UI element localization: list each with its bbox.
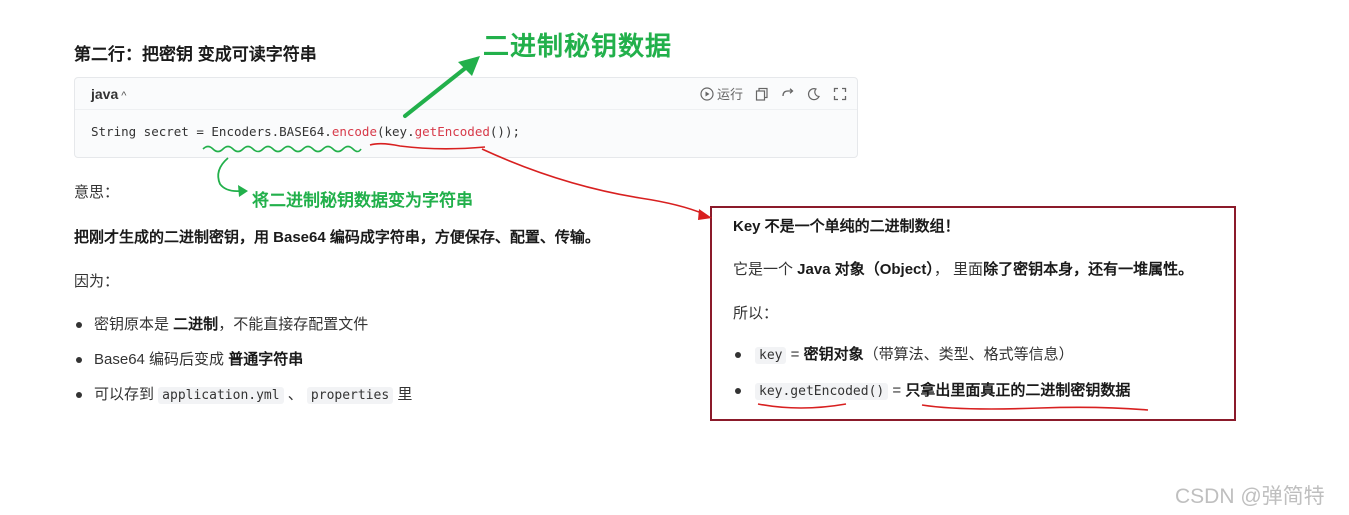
reason-list: 密钥原本是 二进制，不能直接存配置文件 Base64 编码后变成 普通字符串 可…: [74, 314, 412, 419]
copy-button[interactable]: [755, 87, 769, 101]
wrap-button[interactable]: [781, 87, 795, 101]
run-label: 运行: [716, 87, 743, 102]
code-block-header: java ^ 运行: [75, 78, 857, 110]
code-line: String secret = Encoders.BASE64.encode(k…: [91, 124, 520, 139]
theme-toggle[interactable]: [807, 87, 821, 101]
moon-icon: [807, 87, 820, 100]
run-button[interactable]: 运行: [700, 84, 743, 103]
list-item: key = 密钥对象（带算法、类型、格式等信息）: [733, 344, 1130, 380]
list-item: Base64 编码后变成 普通字符串: [74, 349, 412, 384]
code-block: java ^ 运行 String secret = Encoders.BASE64…: [74, 77, 858, 158]
section-heading: 第二行：把密钥 变成可读字符串: [74, 45, 317, 64]
callout-line: 它是一个 Java 对象（Object）， 里面除了密钥本身，还有一堆属性。: [733, 261, 1194, 278]
fullscreen-button[interactable]: [833, 87, 847, 101]
list-item: key.getEncoded() = 只拿出里面真正的二进制密钥数据: [733, 380, 1130, 416]
list-item: 密钥原本是 二进制，不能直接存配置文件: [74, 314, 412, 349]
wrap-icon: [782, 87, 794, 96]
green-connector: [217, 157, 248, 197]
callout-list: key = 密钥对象（带算法、类型、格式等信息） key.getEncoded(…: [733, 344, 1130, 416]
watermark: CSDN @弹简特: [1175, 485, 1325, 508]
red-arrow: [481, 148, 712, 220]
meaning-label: 意思：: [74, 184, 120, 201]
copy-icon: [755, 87, 768, 101]
language-selector[interactable]: java ^: [91, 86, 126, 102]
code-toolbar: 运行: [700, 84, 847, 103]
callout-box: Key 不是一个单纯的二进制数组！ 它是一个 Java 对象（Object）， …: [710, 206, 1236, 421]
callout-title: Key 不是一个单纯的二进制数组！: [733, 218, 960, 235]
list-item: 可以存到 application.yml 、 properties 里: [74, 384, 412, 419]
because-label: 因为：: [74, 273, 120, 290]
annotation-title: 二进制秘钥数据: [483, 31, 673, 61]
callout-so-label: 所以：: [733, 305, 779, 322]
play-icon: [700, 86, 714, 101]
chevron-up-icon: ^: [121, 90, 127, 102]
annotation-subtitle: 将二进制秘钥数据变为字符串: [252, 191, 473, 210]
expand-icon: [833, 87, 847, 100]
meaning-text: 把刚才生成的二进制密钥，用 Base64 编码成字符串，方便保存、配置、传输。: [74, 229, 600, 246]
